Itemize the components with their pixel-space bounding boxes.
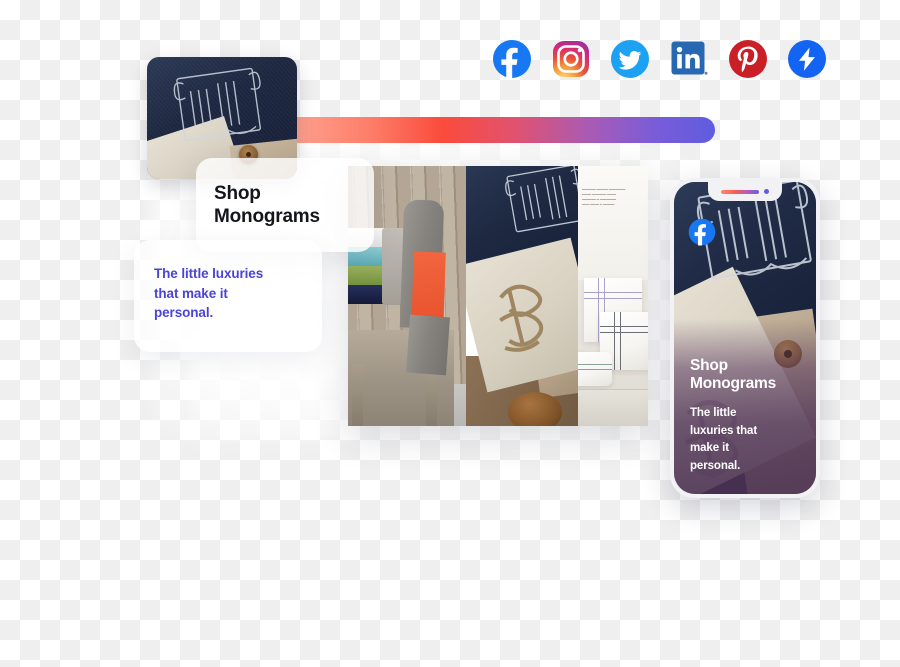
instagram-icon[interactable] (551, 39, 591, 79)
monogram-script-linen (499, 284, 544, 352)
pinterest-icon[interactable] (728, 39, 768, 79)
phone-title: Shop Monograms (690, 356, 777, 393)
facebook-icon[interactable] (492, 39, 532, 79)
phone-screen: Shop Monograms The little luxuries that … (674, 182, 816, 494)
phone-body-text: The little luxuries that make it persona… (690, 406, 758, 473)
composition-canvas: ▁▁▁▁▁▁ ▁▁▁▁▁ ▁▁▁▁▁▁▁ ▁▁▁▁ ▁▁▁▁▁▁ ▁▁▁▁ ▁▁▁▁… (0, 0, 900, 667)
instant-articles-icon[interactable] (787, 39, 827, 79)
blurb-card[interactable]: The little luxuries that make it persona… (134, 240, 322, 352)
product-collage[interactable]: ▁▁▁▁▁▁ ▁▁▁▁▁ ▁▁▁▁▁▁▁ ▁▁▁▁ ▁▁▁▁▁▁ ▁▁▁▁ ▁▁▁▁… (348, 166, 648, 426)
facebook-badge-icon[interactable] (688, 218, 716, 246)
collage-panel-pillows: ▁▁▁▁▁▁ ▁▁▁▁▁ ▁▁▁▁▁▁▁ ▁▁▁▁ ▁▁▁▁▁▁ ▁▁▁▁ ▁▁▁▁… (578, 166, 648, 426)
phone-camera-dot (764, 189, 769, 194)
monogram-outline-navy (505, 166, 578, 233)
phone-mockup[interactable]: Shop Monograms The little luxuries that … (670, 178, 820, 498)
catalog-copy: ▁▁▁▁▁▁ ▁▁▁▁▁ ▁▁▁▁▁▁▁ ▁▁▁▁ ▁▁▁▁▁▁ ▁▁▁▁ ▁▁▁▁… (582, 186, 626, 206)
collage-panel-monogram (466, 166, 578, 426)
shop-monograms-card[interactable]: Shop Monograms (196, 158, 374, 252)
phone-notch (708, 182, 782, 201)
blurb-text: The little luxuries that make it persona… (154, 266, 264, 321)
linkedin-icon[interactable] (669, 39, 709, 79)
social-network-row (492, 39, 827, 79)
shop-monograms-title: Shop Monograms (214, 182, 320, 227)
twitter-icon[interactable] (610, 39, 650, 79)
phone-speaker (721, 189, 759, 194)
phone-text-block: Shop Monograms The little luxuries that … (690, 357, 804, 476)
monogram-outline (173, 67, 261, 141)
